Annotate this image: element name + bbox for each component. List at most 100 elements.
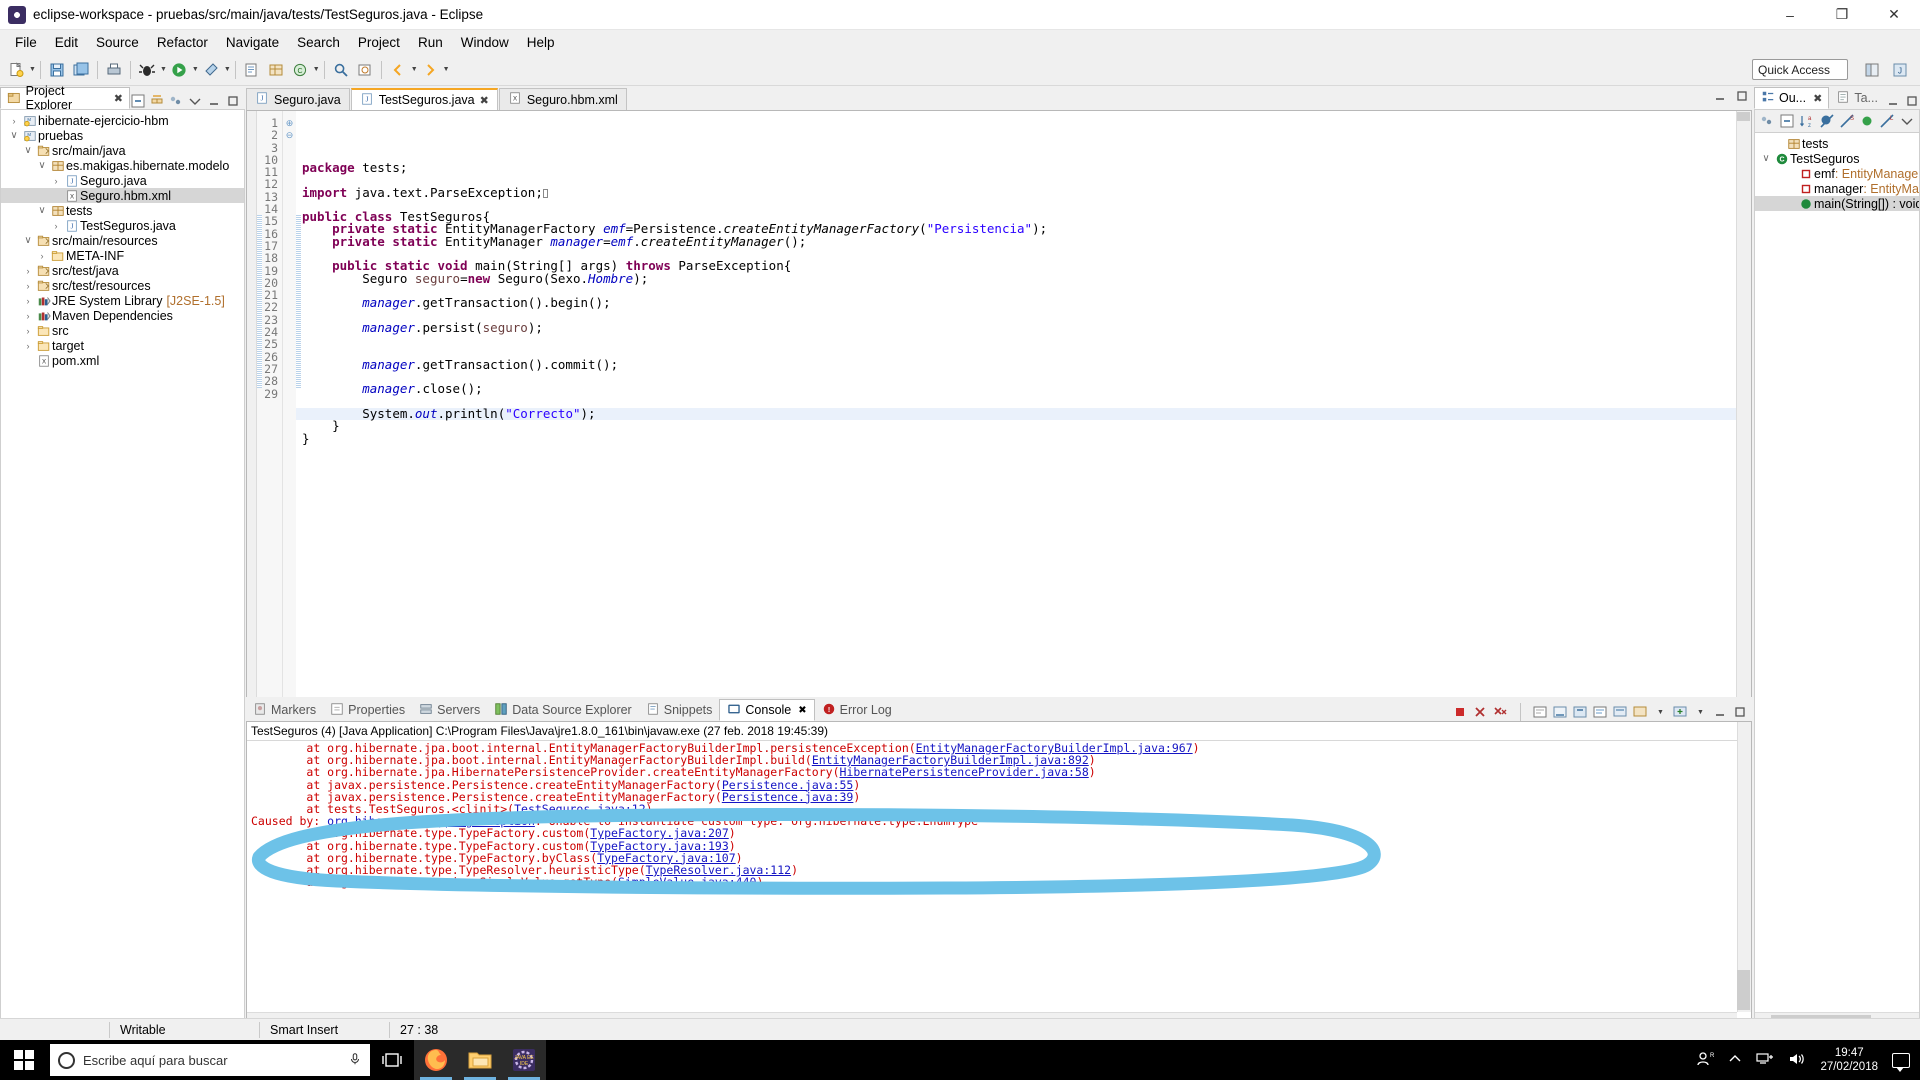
taskbar-search-input[interactable]: Escribe aquí para buscar (50, 1044, 370, 1076)
display-console-icon[interactable] (1611, 703, 1629, 721)
network-icon[interactable] (1756, 1052, 1774, 1069)
tree-item-seguro-java[interactable]: › J Seguro.java (1, 173, 244, 188)
code-line[interactable]: Seguro seguro=new Seguro(Sexo.Hombre); (296, 272, 1751, 285)
editor-tab-testseguros-java[interactable]: J TestSeguros.java ✖ (350, 88, 498, 110)
code-line[interactable]: } (296, 432, 1751, 445)
people-icon[interactable]: R (1696, 1051, 1715, 1070)
close-icon[interactable]: ✖ (1813, 92, 1822, 105)
maximize-console-icon[interactable] (1731, 703, 1749, 721)
hide-static-icon[interactable]: S (1839, 113, 1855, 129)
close-icon[interactable]: ✖ (798, 705, 806, 716)
menu-window[interactable]: Window (452, 32, 518, 53)
tree-item-tests[interactable]: ∨ tests (1, 203, 244, 218)
tree-item-seguro-hbm-xml[interactable]: X Seguro.hbm.xml (1, 188, 244, 203)
volume-icon[interactable] (1788, 1052, 1806, 1069)
maximize-editor-icon[interactable] (1734, 88, 1750, 104)
code-line[interactable] (296, 371, 1751, 383)
chevron-right-icon[interactable]: › (21, 311, 35, 321)
new-package-button[interactable] (265, 58, 287, 82)
sort-icon[interactable]: az (1799, 113, 1815, 129)
taskbar-clock[interactable]: 19:47 27/02/2018 (1820, 1046, 1878, 1074)
maximize-outline-icon[interactable] (1904, 93, 1920, 109)
menu-run[interactable]: Run (409, 32, 452, 53)
remove-launch-icon[interactable] (1471, 703, 1489, 721)
editor-tab-seguro-java[interactable]: J Seguro.java (246, 88, 350, 110)
code-line[interactable]: manager.persist(seguro); (296, 321, 1751, 334)
console-tab-markers[interactable]: Markers (246, 699, 323, 721)
chevron-right-icon[interactable]: › (35, 251, 49, 261)
outline-tree[interactable]: tests ∨ C TestSeguros emf : EntityManager man… (1754, 133, 1920, 1027)
word-wrap-icon[interactable] (1591, 703, 1609, 721)
chevron-right-icon[interactable]: › (7, 116, 21, 126)
tree-item-maven-dependencies[interactable]: › Maven Dependencies (1, 308, 244, 323)
console-tab-servers[interactable]: Servers (412, 699, 487, 721)
outline-item-manager[interactable]: manager : EntityMa (1755, 181, 1919, 196)
chevron-right-icon[interactable]: › (21, 266, 35, 276)
scroll-thumb[interactable] (1737, 970, 1750, 1010)
menu-navigate[interactable]: Navigate (217, 32, 288, 53)
print-button[interactable] (103, 58, 125, 82)
chevron-down-icon[interactable]: ∨ (21, 145, 35, 156)
chevron-down-icon[interactable]: ∨ (1759, 153, 1773, 164)
pin-console-icon[interactable] (1571, 703, 1589, 721)
file-explorer-icon[interactable] (458, 1040, 502, 1080)
maximize-button[interactable]: ❐ (1816, 0, 1868, 30)
minimize-view-icon[interactable] (206, 93, 222, 109)
run-dropdown-caret[interactable]: ▼ (192, 66, 199, 73)
tree-item-src-main-resources[interactable]: ∨ src/main/resources (1, 233, 244, 248)
menu-project[interactable]: Project (349, 32, 409, 53)
hide-nonpublic-icon[interactable] (1859, 113, 1875, 129)
eclipse-icon[interactable]: JAVA EE IDE (502, 1040, 546, 1080)
task-view-icon[interactable] (370, 1040, 414, 1080)
minimize-editor-icon[interactable] (1712, 88, 1728, 104)
new-button[interactable] (5, 58, 27, 82)
menu-edit[interactable]: Edit (46, 32, 87, 53)
tree-item-src[interactable]: › src (1, 323, 244, 338)
chevron-down-icon[interactable]: ∨ (7, 130, 21, 141)
debug-dropdown-caret[interactable]: ▼ (160, 66, 167, 73)
save-all-button[interactable] (70, 58, 92, 82)
new-class-button[interactable]: C (289, 58, 311, 82)
back-caret[interactable]: ▼ (411, 66, 418, 73)
close-button[interactable]: ✕ (1868, 0, 1920, 30)
chevron-down-icon[interactable]: ∨ (21, 235, 35, 246)
quick-access-input[interactable]: Quick Access (1752, 59, 1848, 80)
code-line[interactable] (296, 199, 1751, 211)
menu-source[interactable]: Source (87, 32, 148, 53)
console-tab-console[interactable]: Console ✖ (719, 699, 815, 721)
console-stack-link[interactable]: HibernatePersistenceProvider.java:58 (840, 765, 1089, 779)
chevron-right-icon[interactable]: › (21, 341, 35, 351)
new-class-caret[interactable]: ▼ (313, 66, 320, 73)
clear-console-icon[interactable] (1531, 703, 1549, 721)
console-line[interactable]: at org.hibernate.mapping.SimpleValue.get… (251, 876, 1751, 888)
menu-refactor[interactable]: Refactor (148, 32, 217, 53)
maximize-view-icon[interactable] (225, 93, 241, 109)
tree-item-pruebas[interactable]: ∨ Mpruebas (1, 128, 244, 143)
new-console-caret[interactable]: ▼ (1691, 703, 1709, 721)
new-java-project-button[interactable] (241, 58, 263, 82)
chevron-right-icon[interactable]: › (21, 281, 35, 291)
minimize-console-icon[interactable] (1711, 703, 1729, 721)
forward-navigation-button[interactable] (419, 58, 441, 82)
remove-all-launches-icon[interactable] (1491, 703, 1509, 721)
forward-caret[interactable]: ▼ (443, 66, 450, 73)
console-tab-properties[interactable]: Properties (323, 699, 412, 721)
code-line[interactable]: manager.getTransaction().commit(); (296, 358, 1751, 371)
chevron-right-icon[interactable]: › (49, 176, 63, 186)
save-button[interactable] (46, 58, 68, 82)
outline-item-main-string-void[interactable]: main(String[]) : void (1755, 196, 1919, 211)
tree-item-pom-xml[interactable]: Xpom.xml (1, 353, 244, 368)
focus-on-selection-icon[interactable] (1759, 113, 1775, 129)
search-button[interactable] (330, 58, 352, 82)
collapse-all-icon[interactable] (130, 93, 146, 109)
console-tab-error-log[interactable]: ! Error Log (815, 699, 899, 721)
outline-item-emf[interactable]: emf : EntityManager (1755, 166, 1919, 181)
tree-item-src-test-resources[interactable]: › src/test/resources (1, 278, 244, 293)
start-button[interactable] (0, 1040, 48, 1080)
view-menu-icon[interactable] (168, 93, 184, 109)
menu-search[interactable]: Search (288, 32, 349, 53)
scroll-thumb[interactable] (1737, 112, 1750, 121)
chevron-down-icon[interactable]: ∨ (35, 160, 49, 171)
code-line[interactable] (296, 334, 1751, 346)
tab-project-explorer[interactable]: Project Explorer ✖ (0, 84, 130, 112)
